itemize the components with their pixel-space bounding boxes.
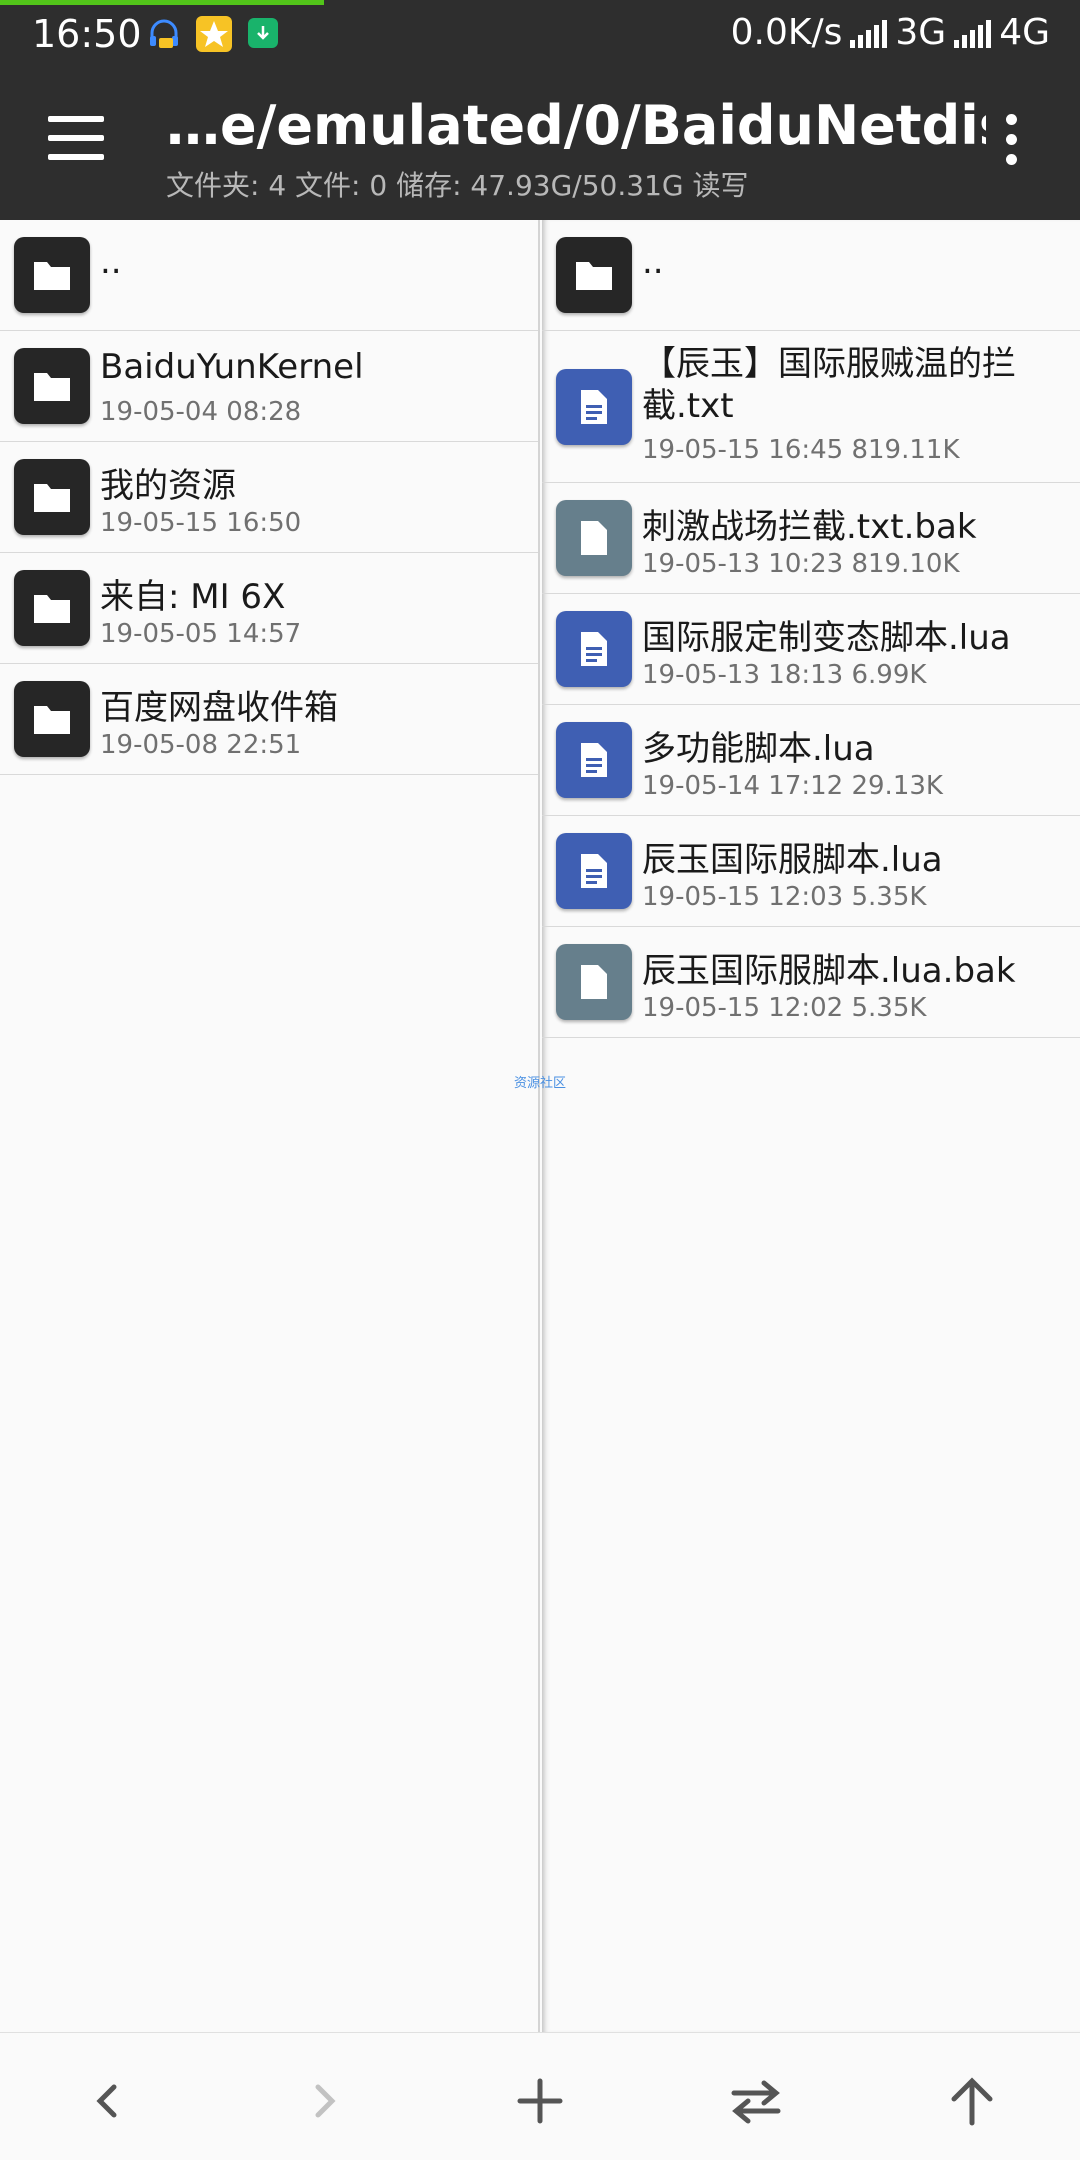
- swap-icon[interactable]: [716, 2061, 796, 2141]
- list-item[interactable]: 辰玉国际服脚本.lua.bak 19-05-15 12:02 5.35K: [542, 927, 1080, 1038]
- item-name: 多功能脚本.lua: [642, 729, 875, 769]
- text-file-icon: [556, 611, 632, 687]
- left-pane: .. BaiduYunKernel 19-05-04 08:28 我的资源 19…: [0, 220, 540, 2032]
- status-time: 16:50: [32, 12, 142, 56]
- list-item[interactable]: 刺激战场拦截.txt.bak 19-05-13 10:23 819.10K: [542, 483, 1080, 594]
- item-date: 19-05-08 22:51: [100, 730, 302, 760]
- signal-icon: [850, 18, 888, 48]
- list-item[interactable]: 【辰玉】国际服贼温的拦截.txt 19-05-15 16:45 819.11K: [542, 331, 1080, 483]
- net-speed: 0.0K/s: [730, 12, 843, 53]
- text-file-icon: [556, 369, 632, 445]
- status-right: 0.0K/s 3G 4G: [731, 12, 1050, 53]
- list-item[interactable]: 辰玉国际服脚本.lua 19-05-15 12:03 5.35K: [542, 816, 1080, 927]
- more-vert-icon[interactable]: [996, 114, 1026, 174]
- item-name: BaiduYunKernel: [100, 347, 364, 387]
- storage-summary: 文件夹: 4 文件: 0 储存: 47.93G/50.31G 读写: [166, 169, 749, 202]
- watermark: 资源社区: [514, 1076, 567, 1091]
- item-name: 国际服定制变态脚本.lua: [642, 618, 1011, 658]
- list-item[interactable]: 我的资源 19-05-15 16:50: [0, 442, 538, 553]
- parent-dir-label: ..: [100, 242, 122, 282]
- item-date: 19-05-04 08:28: [100, 397, 302, 427]
- item-name: 辰玉国际服脚本.lua.bak: [642, 951, 1016, 991]
- current-path: …e/emulated/0/BaiduNetdisk/: [166, 94, 986, 157]
- hamburger-icon[interactable]: [40, 116, 112, 170]
- file-icon: [556, 500, 632, 576]
- folder-icon: [14, 348, 90, 424]
- up-icon[interactable]: [932, 2061, 1012, 2141]
- file-icon: [556, 944, 632, 1020]
- item-name: 我的资源: [100, 466, 236, 506]
- folder-icon: [14, 237, 90, 313]
- list-item[interactable]: BaiduYunKernel 19-05-04 08:28: [0, 331, 538, 442]
- item-meta: 19-05-15 12:02 5.35K: [642, 993, 927, 1023]
- item-meta: 19-05-13 10:23 819.10K: [642, 549, 960, 579]
- status-bar: 16:50 0.0K/s 3G 4G: [0, 0, 1080, 66]
- item-meta: 19-05-13 18:13 6.99K: [642, 660, 927, 690]
- item-meta: 19-05-15 16:45 819.11K: [642, 435, 960, 465]
- item-name: 刺激战场拦截.txt.bak: [642, 507, 977, 547]
- item-name: 百度网盘收件箱: [100, 688, 338, 728]
- folder-icon: [14, 681, 90, 757]
- parent-dir-row[interactable]: ..: [0, 220, 538, 331]
- add-icon[interactable]: [500, 2061, 580, 2141]
- list-item[interactable]: 国际服定制变态脚本.lua 19-05-13 18:13 6.99K: [542, 594, 1080, 705]
- item-date: 19-05-05 14:57: [100, 619, 302, 649]
- download-notification-icon: [248, 18, 278, 48]
- item-meta: 19-05-14 17:12 29.13K: [642, 771, 943, 801]
- net-type-1: 3G: [895, 12, 947, 53]
- list-item[interactable]: 来自: MI 6X 19-05-05 14:57: [0, 553, 538, 664]
- list-item[interactable]: 多功能脚本.lua 19-05-14 17:12 29.13K: [542, 705, 1080, 816]
- app-bar: …e/emulated/0/BaiduNetdisk/ 文件夹: 4 文件: 0…: [0, 66, 1080, 220]
- item-name: 【辰玉】国际服贼温的拦截.txt: [642, 344, 1016, 426]
- parent-dir-row[interactable]: ..: [542, 220, 1080, 331]
- folder-icon: [14, 459, 90, 535]
- headset-icon: [146, 16, 182, 52]
- net-type-2: 4G: [999, 12, 1050, 53]
- forward-icon[interactable]: [284, 2061, 364, 2141]
- signal-icon-2: [954, 18, 992, 48]
- right-pane: .. 【辰玉】国际服贼温的拦截.txt 19-05-15 16:45 819.1…: [542, 220, 1080, 2032]
- text-file-icon: [556, 722, 632, 798]
- text-file-icon: [556, 833, 632, 909]
- back-icon[interactable]: [68, 2061, 148, 2141]
- folder-icon: [14, 570, 90, 646]
- item-date: 19-05-15 16:50: [100, 508, 302, 538]
- parent-dir-label: ..: [642, 242, 664, 282]
- item-name: 来自: MI 6X: [100, 577, 286, 617]
- folder-icon: [556, 237, 632, 313]
- item-meta: 19-05-15 12:03 5.35K: [642, 882, 927, 912]
- star-app-icon: [196, 16, 232, 52]
- list-item[interactable]: 百度网盘收件箱 19-05-08 22:51: [0, 664, 538, 775]
- page-load-progress: [0, 0, 324, 5]
- item-name: 辰玉国际服脚本.lua: [642, 840, 943, 880]
- bottom-nav: [0, 2032, 1080, 2160]
